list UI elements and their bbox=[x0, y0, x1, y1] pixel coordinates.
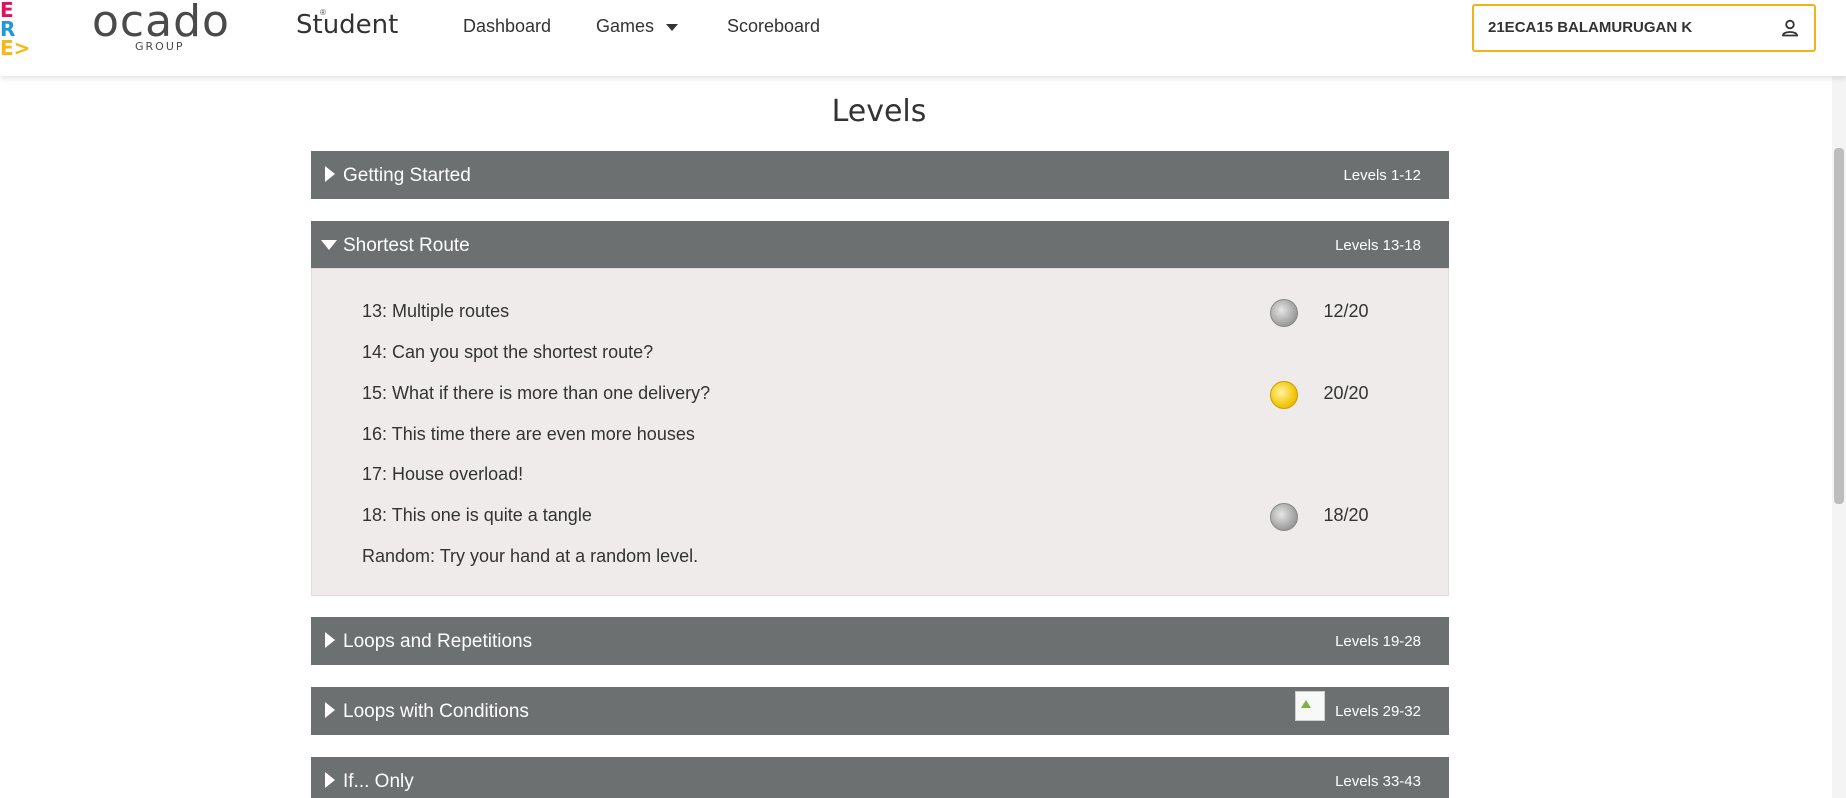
triangle-right-icon bbox=[325, 772, 335, 788]
page-title: Student bbox=[296, 10, 399, 40]
silver-coin-icon bbox=[1270, 299, 1298, 327]
triangle-right-icon bbox=[325, 632, 335, 648]
code-for-life-logo[interactable]: E R E> bbox=[0, 0, 31, 60]
episode-range: Levels 13-18 bbox=[1335, 237, 1421, 254]
nav-scoreboard-link[interactable]: Scoreboard bbox=[727, 16, 820, 37]
level-score: 18/20 bbox=[1323, 505, 1369, 525]
level-row[interactable]: 17: House overload! bbox=[362, 460, 1392, 490]
broken-image-icon bbox=[1295, 691, 1325, 721]
episode-range: Levels 29-32 bbox=[1335, 703, 1421, 720]
chevron-down-icon[interactable] bbox=[666, 24, 678, 31]
episode-range: Levels 19-28 bbox=[1335, 633, 1421, 650]
episode-range: Levels 1-12 bbox=[1343, 167, 1421, 184]
top-navbar: E R E> ocado ® GROUP Student Dashboard G… bbox=[0, 0, 1846, 76]
episode-header-shortest-route[interactable]: Shortest Route Levels 13-18 bbox=[311, 221, 1449, 269]
level-row[interactable]: 16: This time there are even more houses bbox=[362, 420, 1392, 450]
level-score: 12/20 bbox=[1323, 301, 1369, 321]
episode-name: If... Only bbox=[343, 771, 414, 792]
scrollbar-thumb[interactable] bbox=[1834, 148, 1844, 504]
episode-name: Loops and Repetitions bbox=[343, 631, 533, 652]
silver-coin-icon bbox=[1270, 503, 1298, 531]
level-row[interactable]: 14: Can you spot the shortest route? bbox=[362, 338, 1392, 368]
nav-dashboard-link[interactable]: Dashboard bbox=[463, 16, 551, 37]
episode-header-if-only[interactable]: If... Only Levels 33-43 bbox=[311, 757, 1449, 798]
episode-name: Getting Started bbox=[343, 165, 471, 186]
levels-heading: Levels bbox=[831, 94, 927, 129]
random-level-link[interactable]: Random: Try your hand at a random level. bbox=[362, 546, 698, 567]
episode-name: Shortest Route bbox=[343, 235, 470, 256]
level-link[interactable]: 13: Multiple routes bbox=[362, 301, 509, 322]
nav-games-link[interactable]: Games bbox=[596, 16, 654, 37]
level-link[interactable]: 17: House overload! bbox=[362, 464, 523, 485]
level-score: 20/20 bbox=[1323, 383, 1369, 403]
level-link[interactable]: 15: What if there is more than one deliv… bbox=[362, 383, 710, 404]
ocado-group-logo[interactable]: ocado ® GROUP bbox=[92, 0, 326, 53]
triangle-right-icon bbox=[325, 166, 335, 182]
episode-header-loops-and-repetitions[interactable]: Loops and Repetitions Levels 19-28 bbox=[311, 617, 1449, 665]
ocado-logo-group: GROUP bbox=[135, 40, 185, 53]
level-list-panel: 13: Multiple routes 12/20 14: Can you sp… bbox=[311, 268, 1449, 596]
episode-name: Loops with Conditions bbox=[343, 701, 529, 722]
level-row[interactable]: 18: This one is quite a tangle 18/20 bbox=[362, 501, 1392, 531]
level-link[interactable]: 14: Can you spot the shortest route? bbox=[362, 342, 653, 363]
level-row[interactable]: Random: Try your hand at a random level. bbox=[362, 542, 1392, 572]
gold-coin-icon bbox=[1270, 381, 1298, 409]
triangle-right-icon bbox=[325, 702, 335, 718]
level-row[interactable]: 15: What if there is more than one deliv… bbox=[362, 379, 1392, 409]
level-row[interactable]: 13: Multiple routes 12/20 bbox=[362, 297, 1392, 327]
user-name: 21ECA15 BALAMURUGAN K bbox=[1488, 19, 1693, 36]
triangle-down-icon bbox=[321, 240, 337, 250]
level-link[interactable]: 16: This time there are even more houses bbox=[362, 424, 695, 445]
user-icon bbox=[1782, 19, 1798, 37]
episode-header-loops-with-conditions[interactable]: Loops with Conditions Levels 29-32 bbox=[311, 687, 1449, 735]
episode-header-getting-started[interactable]: Getting Started Levels 1-12 bbox=[311, 151, 1449, 199]
level-link[interactable]: 18: This one is quite a tangle bbox=[362, 505, 592, 526]
user-menu-button[interactable]: 21ECA15 BALAMURUGAN K bbox=[1472, 4, 1816, 52]
cfl-logo-letter-3: E> bbox=[0, 36, 31, 60]
episode-range: Levels 33-43 bbox=[1335, 773, 1421, 790]
